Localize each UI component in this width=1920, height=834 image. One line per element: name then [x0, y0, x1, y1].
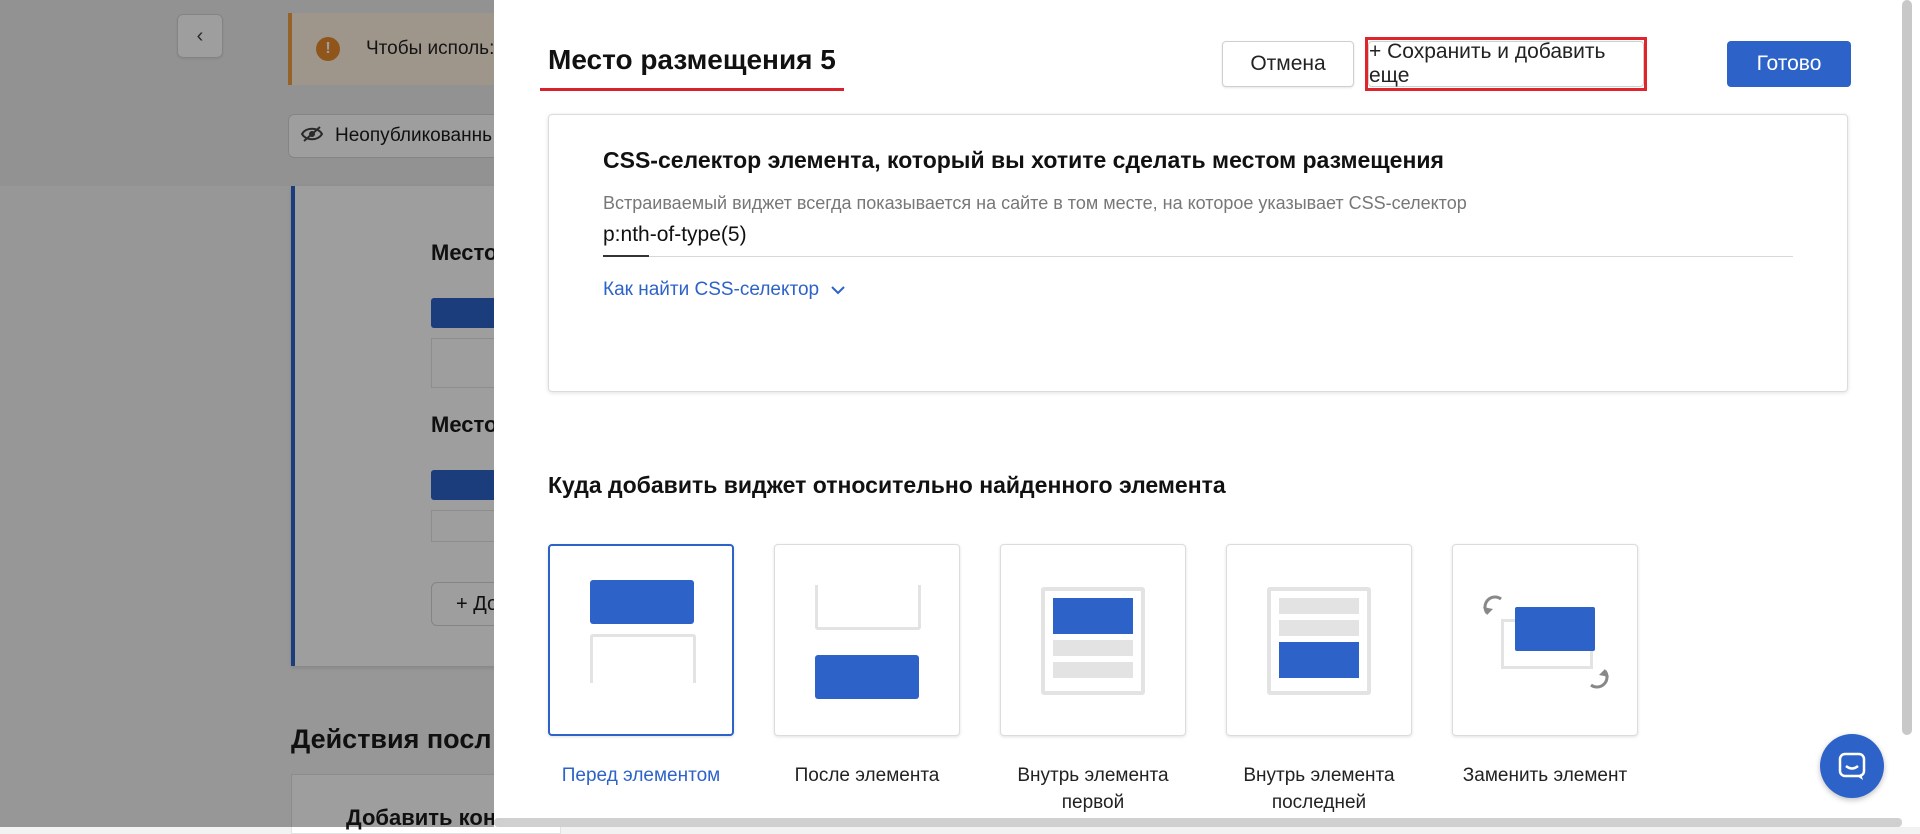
css-selector-input[interactable]: p:nth-of-type(5) — [603, 223, 1793, 257]
widget-block-icon — [590, 580, 694, 624]
chat-button[interactable] — [1820, 734, 1884, 798]
widget-block-icon — [1053, 598, 1133, 634]
element-outline-icon — [815, 585, 921, 630]
option-after-element[interactable] — [774, 544, 960, 736]
css-section-description: Встраиваемый виджет всегда показывается … — [603, 193, 1467, 213]
content-line-icon — [1279, 598, 1359, 614]
rotate-arrow-icon — [1590, 669, 1609, 689]
option-inside-last[interactable] — [1226, 544, 1412, 736]
option-label: Внутрь элемента первой — [1017, 765, 1169, 813]
rotate-arrow-icon — [1483, 595, 1502, 615]
option-label: Внутрь элемента последней — [1243, 765, 1395, 813]
input-focus-underline — [603, 255, 649, 257]
css-selector-value: p:nth-of-type(5) — [603, 223, 747, 246]
option-label: Перед элементом — [561, 765, 721, 786]
widget-block-icon — [1515, 607, 1595, 651]
css-section-title: CSS-селектор элемента, который вы хотите… — [603, 147, 1444, 173]
how-to-find-label: Как найти CSS-селектор — [603, 279, 820, 300]
css-selector-card: CSS-селектор элемента, который вы хотите… — [548, 114, 1848, 392]
modal-title: Место размещения 5 — [548, 44, 836, 75]
horizontal-scrollbar[interactable] — [494, 818, 1902, 827]
title-annotation-underline — [540, 88, 844, 91]
placement-modal: Место размещения 5 Отмена + Сохранить и … — [494, 0, 1920, 827]
how-to-find-link[interactable]: Как найти CSS-селектор — [603, 279, 845, 301]
content-line-icon — [1053, 640, 1133, 656]
save-annotation-highlight — [1365, 37, 1647, 91]
chevron-down-icon — [831, 282, 845, 298]
position-section-title: Куда добавить виджет относительно найден… — [548, 472, 1226, 498]
done-button[interactable]: Готово — [1727, 41, 1851, 87]
option-before-element[interactable] — [548, 544, 734, 736]
element-outline-icon — [590, 634, 696, 683]
content-line-icon — [1053, 662, 1133, 678]
option-label: Заменить элемент — [1462, 765, 1628, 786]
cancel-button[interactable]: Отмена — [1222, 41, 1354, 87]
widget-block-icon — [1279, 642, 1359, 678]
option-replace-element[interactable] — [1452, 544, 1638, 736]
widget-block-icon — [815, 655, 919, 699]
content-line-icon — [1279, 620, 1359, 636]
option-label: После элемента — [794, 765, 940, 786]
option-inside-first[interactable] — [1000, 544, 1186, 736]
chat-icon — [1838, 752, 1866, 780]
vertical-scrollbar[interactable] — [1902, 0, 1912, 735]
